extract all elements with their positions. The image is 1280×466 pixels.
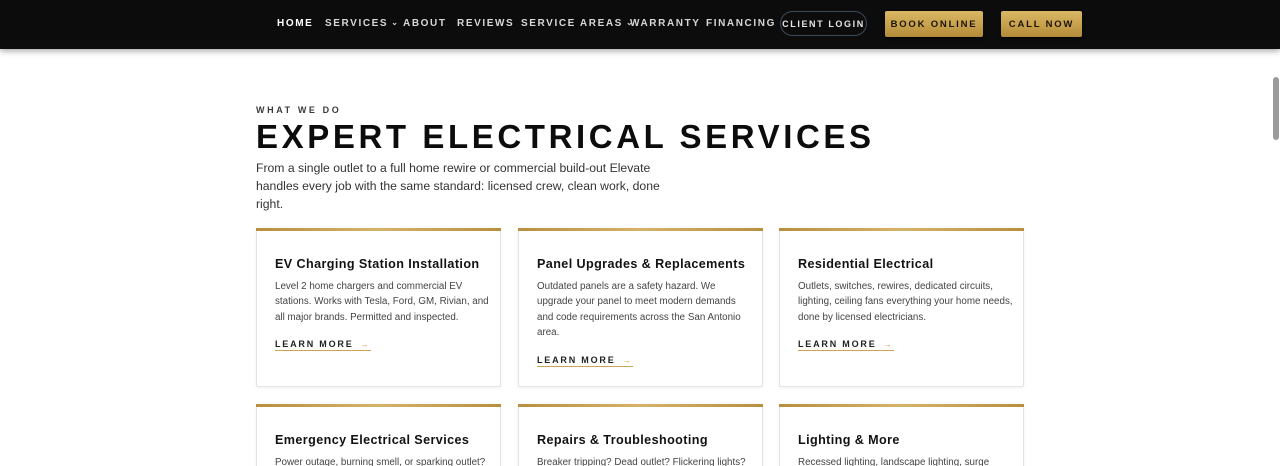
page-scrollbar-thumb[interactable]: [1273, 77, 1279, 140]
nav-services-label: SERVICES: [325, 18, 389, 29]
call-now-button[interactable]: CALL NOW: [1001, 11, 1082, 37]
service-card-repairs: Repairs & Troubleshooting Breaker trippi…: [518, 404, 763, 466]
section-eyebrow: WHAT WE DO: [256, 105, 342, 115]
learn-more-label: LEARN MORE: [537, 355, 616, 365]
card-title: EV Charging Station Installation: [275, 257, 480, 271]
top-navigation-bar: HOME SERVICES ⌄ ABOUT REVIEWS SERVICE ARE…: [0, 0, 1280, 49]
service-card-residential: Residential Electrical Outlets, switches…: [779, 228, 1024, 387]
card-title: Emergency Electrical Services: [275, 433, 470, 447]
book-online-button[interactable]: BOOK ONLINE: [885, 11, 983, 37]
nav-about-link[interactable]: ABOUT: [403, 18, 447, 29]
chevron-down-icon: ⌄: [391, 18, 400, 27]
card-title: Lighting & More: [798, 433, 900, 447]
arrow-right-icon: →: [878, 339, 894, 349]
learn-more-link[interactable]: LEARN MORE →: [275, 339, 371, 351]
card-title: Repairs & Troubleshooting: [537, 433, 708, 447]
card-description: Recessed lighting, landscape lighting, s…: [798, 457, 990, 466]
nav-service-areas-link[interactable]: SERVICE AREAS ⌄: [521, 18, 634, 29]
learn-more-link[interactable]: LEARN MORE →: [537, 355, 633, 367]
client-login-button[interactable]: CLIENT LOGIN: [780, 11, 867, 36]
nav-service-areas-label: SERVICE AREAS: [521, 18, 623, 29]
section-intro: From a single outlet to a full home rewi…: [256, 161, 660, 211]
card-description: Outdated panels are a safety hazard. We …: [537, 281, 741, 339]
service-card-panel-upgrades: Panel Upgrades & Replacements Outdated p…: [518, 228, 763, 387]
nav-reviews-link[interactable]: REVIEWS: [457, 18, 514, 29]
nav-services-link[interactable]: SERVICES ⌄: [325, 18, 400, 29]
service-card-lighting: Lighting & More Recessed lighting, lands…: [779, 404, 1024, 466]
card-description: Breaker tripping? Dead outlet? Flickerin…: [537, 457, 746, 466]
nav-home-link[interactable]: HOME: [277, 18, 313, 29]
learn-more-label: LEARN MORE: [798, 339, 877, 349]
learn-more-link[interactable]: LEARN MORE →: [798, 339, 894, 351]
service-card-ev-charging: EV Charging Station Installation Level 2…: [256, 228, 501, 387]
arrow-right-icon: →: [355, 339, 371, 349]
card-description: Outlets, switches, rewires, dedicated ci…: [798, 281, 1013, 323]
section-title: EXPERT ELECTRICAL SERVICES: [256, 118, 875, 155]
nav-financing-link[interactable]: FINANCING: [706, 18, 776, 29]
card-description: Level 2 home chargers and commercial EV …: [275, 281, 489, 323]
card-description: Power outage, burning smell, or sparking…: [275, 457, 486, 466]
card-title: Panel Upgrades & Replacements: [537, 257, 746, 271]
card-title: Residential Electrical: [798, 257, 934, 271]
service-card-emergency: Emergency Electrical Services Power outa…: [256, 404, 501, 466]
nav-warranty-link[interactable]: WARRANTY: [630, 18, 701, 29]
arrow-right-icon: →: [617, 355, 633, 365]
learn-more-label: LEARN MORE: [275, 339, 354, 349]
